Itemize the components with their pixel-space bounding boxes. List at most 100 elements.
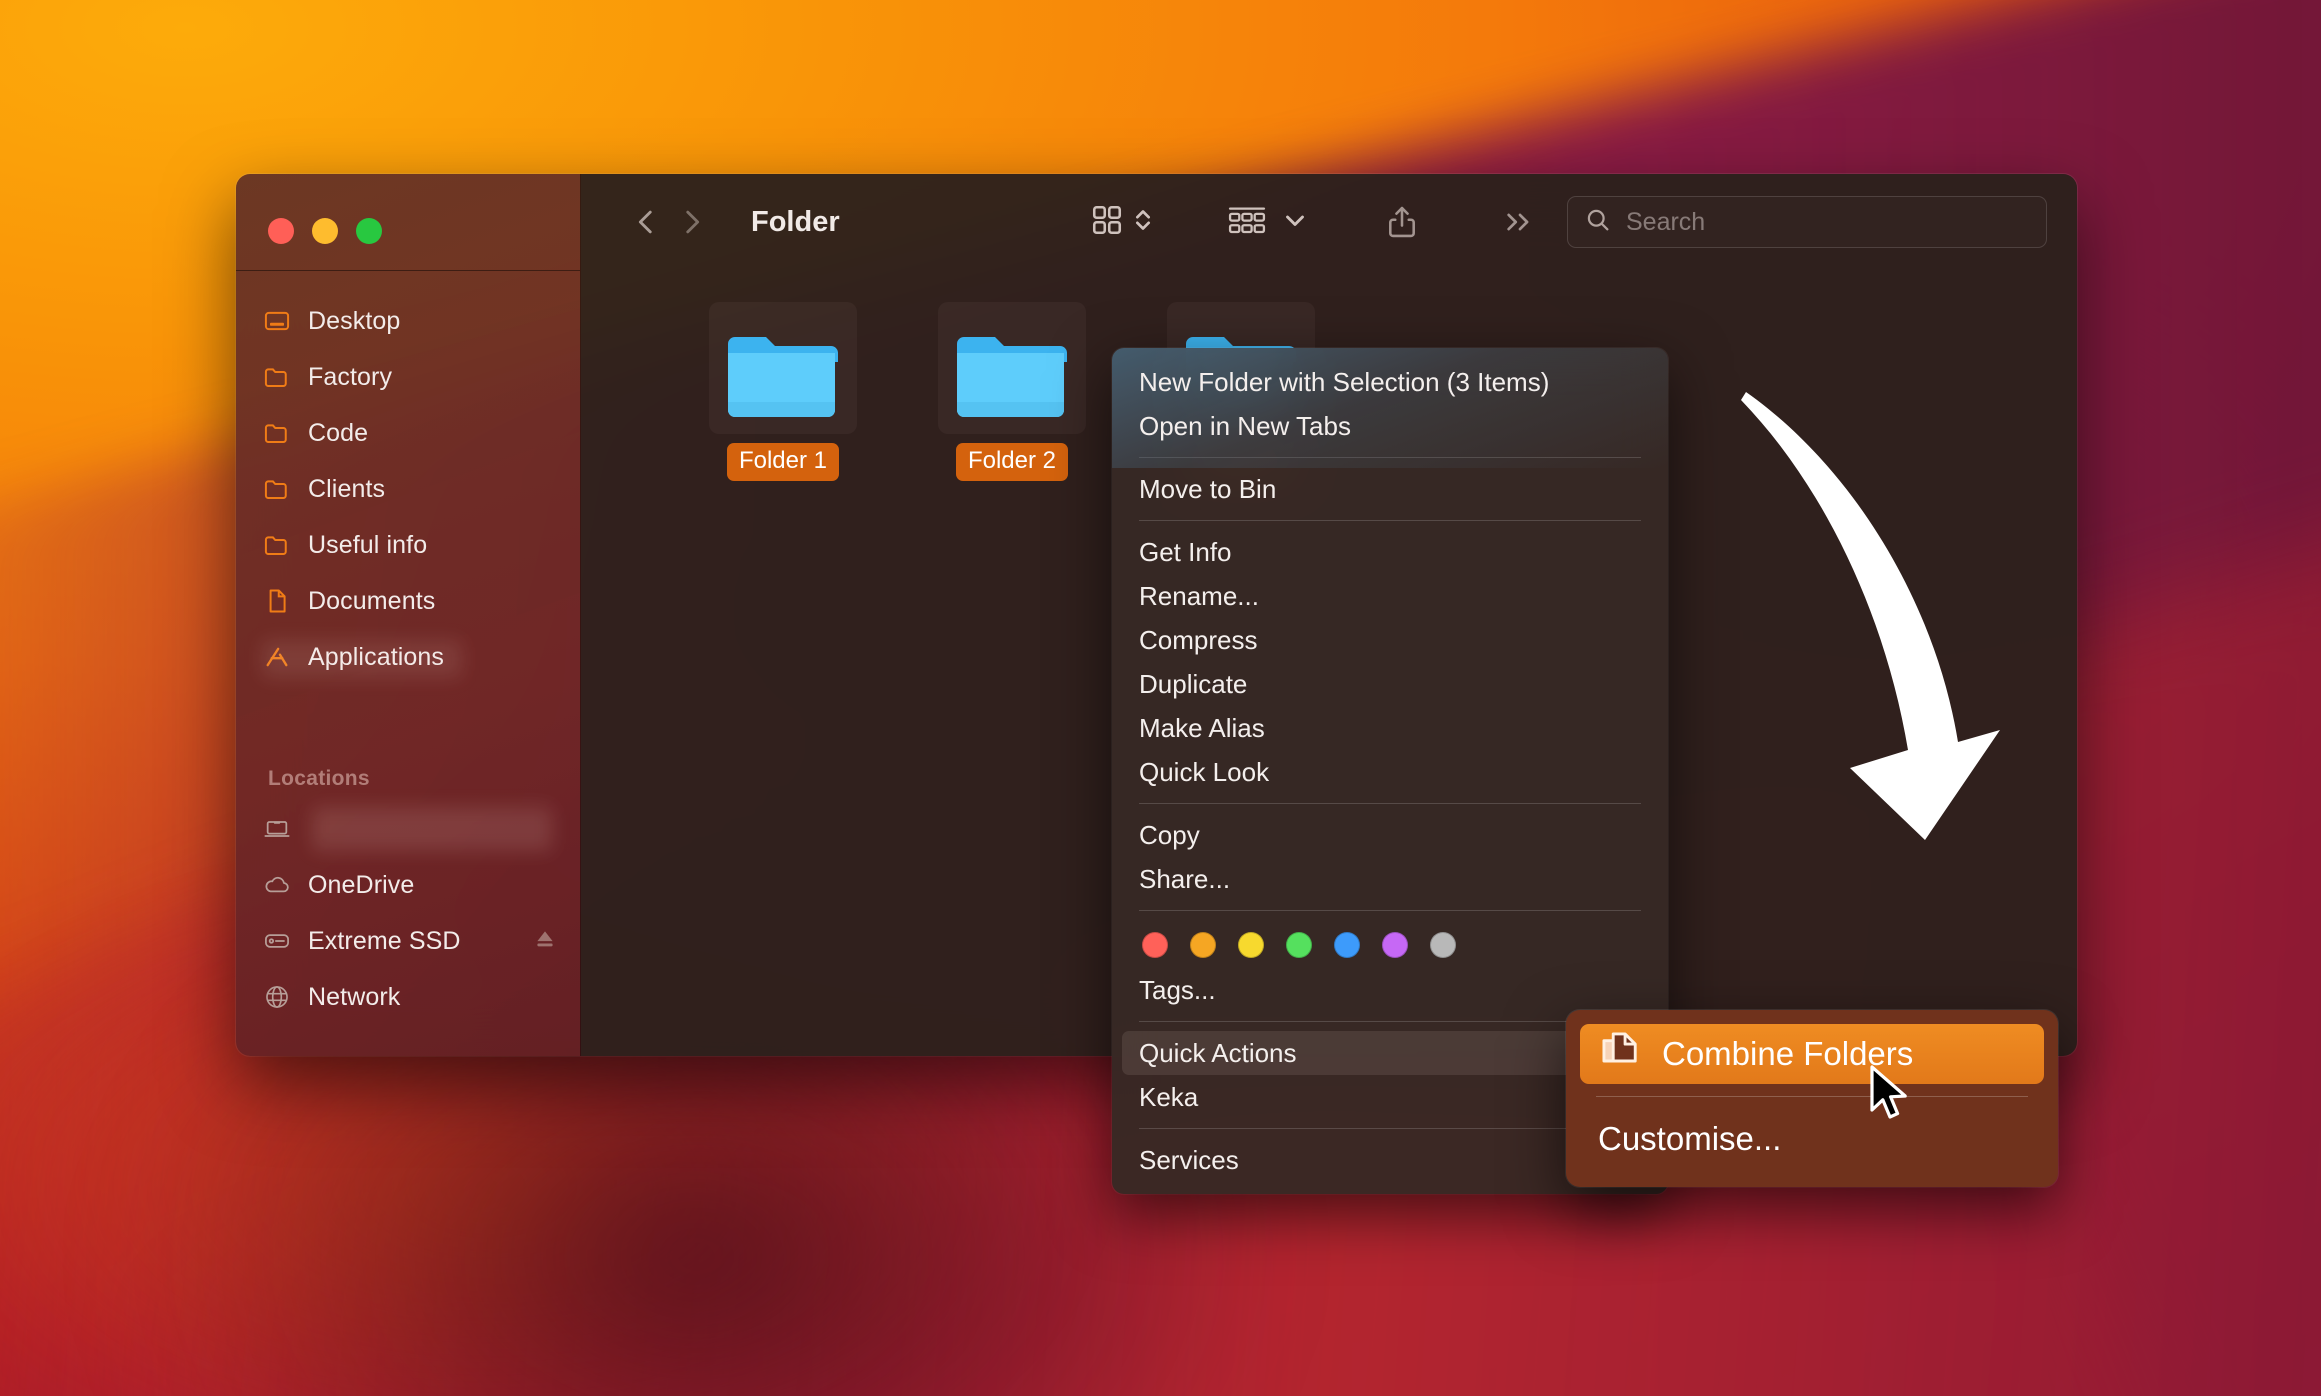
sidebar-item-network[interactable]: Network	[236, 969, 580, 1025]
sidebar-section-locations: Locations	[236, 749, 580, 801]
cloud-icon	[262, 870, 292, 900]
sidebar-item-extreme-ssd[interactable]: Extreme SSD	[236, 913, 580, 969]
menu-item-label: Get Info	[1139, 537, 1232, 568]
sidebar-item-label: Documents	[308, 587, 435, 616]
grid-item-label: Folder 2	[956, 443, 1068, 481]
menu-item-get-info[interactable]: Get Info	[1112, 530, 1668, 574]
sidebar-item-label: Desktop	[308, 307, 400, 336]
tag-orange-dot[interactable]	[1190, 932, 1216, 958]
sidebar-item-label: Factory	[308, 363, 392, 392]
menu-item-label: Quick Actions	[1139, 1038, 1297, 1069]
chevron-down-icon[interactable]	[1283, 208, 1307, 237]
tag-blue-dot[interactable]	[1334, 932, 1360, 958]
folder-icon	[262, 474, 292, 504]
folder-icon	[262, 362, 292, 392]
menu-item-make-alias[interactable]: Make Alias	[1112, 706, 1668, 750]
sidebar-item-clients[interactable]: Clients	[236, 461, 580, 517]
menu-item-new-folder-with-selection[interactable]: New Folder with Selection (3 Items)	[1112, 360, 1668, 404]
sidebar-item-redacted[interactable]	[262, 640, 462, 678]
tag-purple-dot[interactable]	[1382, 932, 1408, 958]
sidebar-item-onedrive[interactable]: OneDrive	[236, 857, 580, 913]
menu-item-label: Duplicate	[1139, 669, 1247, 700]
sidebar-item-label: Network	[308, 983, 400, 1012]
sidebar-item-label-redacted	[312, 807, 552, 851]
menu-item-label: Rename...	[1139, 581, 1259, 612]
quick-actions-submenu[interactable]: Combine Folders Customise...	[1566, 1010, 2058, 1187]
back-button[interactable]	[623, 199, 669, 245]
icon-view-grid-icon[interactable]	[1089, 202, 1125, 243]
maximize-button[interactable]	[356, 218, 382, 244]
group-by-control[interactable]	[1227, 203, 1307, 242]
menu-item-label: Services	[1139, 1145, 1239, 1176]
grid-item[interactable]: Folder 2	[938, 302, 1086, 481]
page-title: Folder	[751, 206, 840, 239]
menu-item-label: Compress	[1139, 625, 1257, 656]
sidebar-item-factory[interactable]: Factory	[236, 349, 580, 405]
menu-item-duplicate[interactable]: Duplicate	[1112, 662, 1668, 706]
close-button[interactable]	[268, 218, 294, 244]
mouse-cursor	[1868, 1064, 1912, 1127]
grid-item-label: Folder 1	[727, 443, 839, 481]
tag-green-dot[interactable]	[1286, 932, 1312, 958]
more-toolbar-items-button[interactable]	[1497, 199, 1543, 245]
group-by-icon[interactable]	[1227, 203, 1267, 242]
sidebar-locations: OneDrive Extreme SSD	[236, 801, 580, 1025]
forward-button[interactable]	[669, 199, 715, 245]
globe-icon	[262, 982, 292, 1012]
folder-icon	[262, 418, 292, 448]
tag-grey-dot[interactable]	[1430, 932, 1456, 958]
submenu-item-customise[interactable]: Customise...	[1580, 1109, 2044, 1169]
menu-item-tags[interactable]: Tags...	[1112, 968, 1668, 1012]
submenu-item-combine-folders[interactable]: Combine Folders	[1580, 1024, 2044, 1084]
menu-item-label: Quick Look	[1139, 757, 1269, 788]
search-field[interactable]: Search	[1567, 196, 2047, 248]
tag-color-row[interactable]	[1112, 920, 1668, 968]
sidebar-item-desktop[interactable]: Desktop	[236, 293, 580, 349]
toolbar: Folder	[581, 174, 2077, 270]
menu-item-compress[interactable]: Compress	[1112, 618, 1668, 662]
laptop-icon	[262, 814, 292, 844]
folder-blue-icon	[709, 302, 857, 434]
menu-separator	[1139, 457, 1641, 458]
minimize-button[interactable]	[312, 218, 338, 244]
sidebar-item-useful-info[interactable]: Useful info	[236, 517, 580, 573]
sidebar-item-label: Code	[308, 419, 368, 448]
menu-item-copy[interactable]: Copy	[1112, 813, 1668, 857]
document-icon	[262, 586, 292, 616]
submenu-separator	[1596, 1096, 2028, 1097]
sidebar-item-computer[interactable]	[236, 801, 580, 857]
sidebar-item-label: Extreme SSD	[308, 927, 461, 956]
document-copy-icon	[1598, 1028, 1642, 1080]
share-button[interactable]	[1379, 199, 1425, 245]
menu-item-quick-look[interactable]: Quick Look	[1112, 750, 1668, 794]
window-controls	[236, 174, 580, 270]
grid-item[interactable]: Folder 1	[709, 302, 857, 481]
menu-item-label: Share...	[1139, 864, 1230, 895]
menu-item-open-in-new-tabs[interactable]: Open in New Tabs	[1112, 404, 1668, 448]
menu-item-label: Open in New Tabs	[1139, 411, 1351, 442]
desktop-icon	[262, 306, 292, 336]
folder-blue-icon	[938, 302, 1086, 434]
menu-item-move-to-bin[interactable]: Move to Bin	[1112, 467, 1668, 511]
folder-icon	[262, 530, 292, 560]
sidebar-item-label: OneDrive	[308, 871, 414, 900]
submenu-item-label: Customise...	[1598, 1120, 1781, 1158]
menu-item-share[interactable]: Share...	[1112, 857, 1668, 901]
search-icon	[1584, 206, 1612, 239]
view-switcher[interactable]	[1089, 202, 1155, 243]
chevron-up-down-icon[interactable]	[1131, 203, 1155, 242]
sidebar-item-code[interactable]: Code	[236, 405, 580, 461]
menu-item-label: Tags...	[1139, 975, 1216, 1006]
eject-icon[interactable]	[532, 926, 558, 957]
tag-yellow-dot[interactable]	[1238, 932, 1264, 958]
tag-red-dot[interactable]	[1142, 932, 1168, 958]
menu-item-label: Copy	[1139, 820, 1200, 851]
sidebar: Desktop Factory Code	[236, 174, 581, 1056]
sidebar-item-documents[interactable]: Documents	[236, 573, 580, 629]
menu-separator	[1139, 803, 1641, 804]
search-placeholder: Search	[1626, 208, 1705, 237]
menu-item-label: New Folder with Selection (3 Items)	[1139, 367, 1549, 398]
menu-item-rename[interactable]: Rename...	[1112, 574, 1668, 618]
menu-separator	[1139, 520, 1641, 521]
menu-item-label: Keka	[1139, 1082, 1198, 1113]
